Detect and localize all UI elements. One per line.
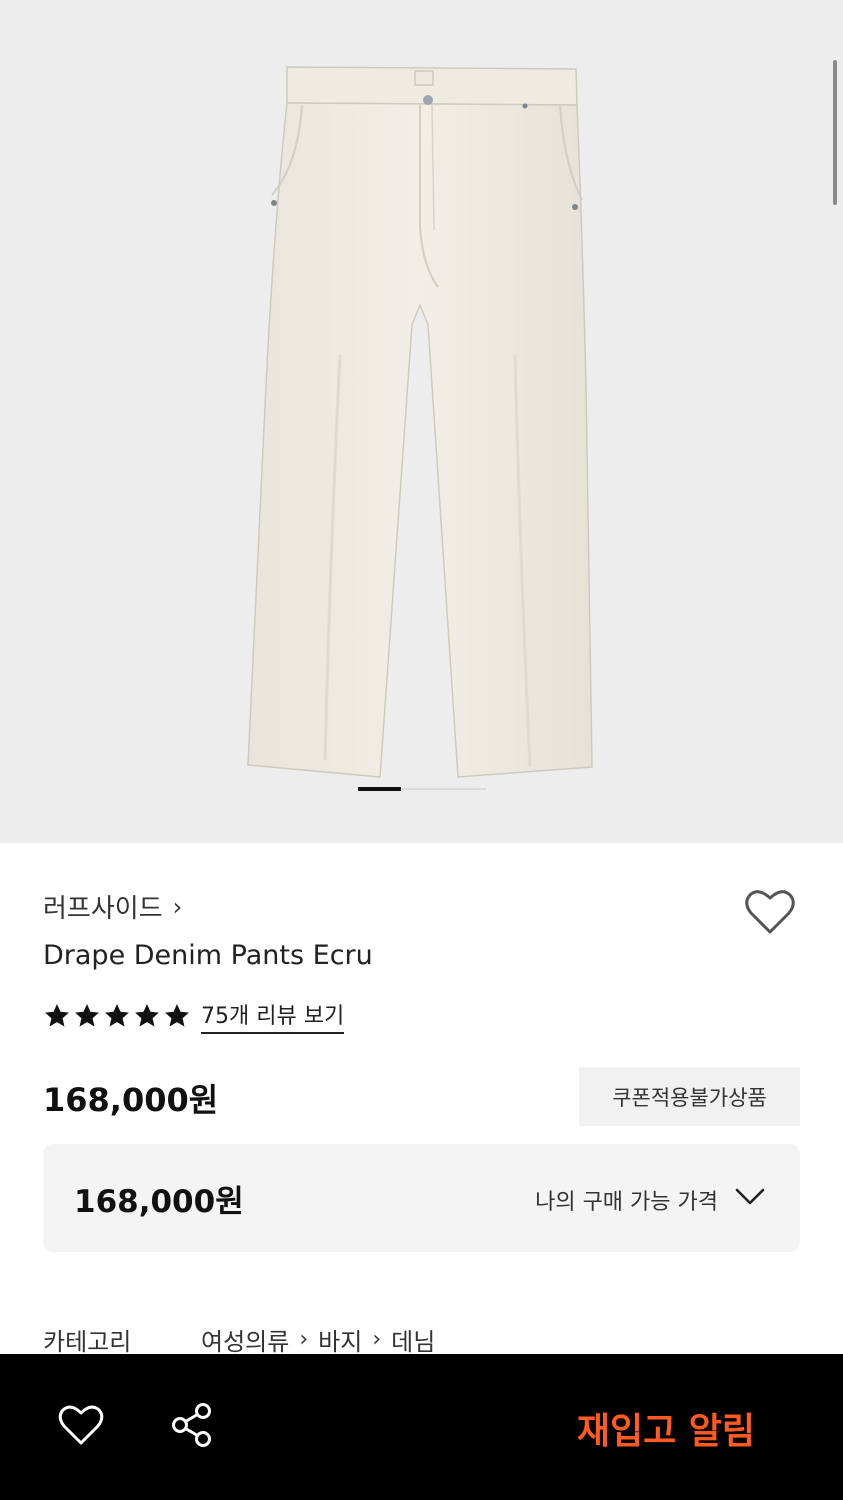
rating-row: 75개 리뷰 보기 bbox=[43, 998, 345, 1034]
product-price: 168,000원 bbox=[43, 1081, 219, 1119]
review-link[interactable]: 75개 리뷰 보기 bbox=[201, 998, 345, 1034]
star-icon bbox=[45, 1004, 69, 1027]
product-photo-pants bbox=[247, 66, 593, 778]
category-crumb-women[interactable]: 여성의류 bbox=[201, 1322, 289, 1357]
coupon-badge: 쿠폰적용불가상품 bbox=[579, 1067, 800, 1126]
bottom-action-bar: 재입고 알림 bbox=[0, 1354, 843, 1500]
category-label: 카테고리 bbox=[43, 1328, 132, 1356]
category-row: 카테고리 여성의류 › 바지 › 데님 bbox=[43, 1322, 435, 1357]
share-icon[interactable] bbox=[170, 1402, 214, 1448]
pager-active-indicator bbox=[358, 787, 401, 791]
heart-icon[interactable] bbox=[58, 1404, 104, 1446]
my-price-value: 168,000원 bbox=[74, 1184, 244, 1220]
my-price-label: 나의 구매 가능 가격 bbox=[535, 1190, 718, 1215]
star-icon bbox=[165, 1004, 189, 1027]
product-title: Drape Denim Pants Ecru bbox=[43, 940, 373, 971]
image-pager bbox=[358, 787, 486, 791]
star-rating bbox=[43, 1002, 191, 1030]
category-crumb-pants[interactable]: 바지 bbox=[318, 1322, 362, 1357]
my-price-dropdown[interactable]: 168,000원 나의 구매 가능 가격 bbox=[43, 1144, 800, 1252]
heart-icon[interactable] bbox=[744, 888, 796, 936]
chevron-right-icon: › bbox=[172, 892, 183, 921]
star-icon bbox=[135, 1004, 159, 1027]
scrollbar[interactable] bbox=[833, 60, 837, 205]
chevron-right-icon: › bbox=[299, 1327, 309, 1352]
chevron-down-icon bbox=[735, 1188, 765, 1205]
chevron-right-icon: › bbox=[372, 1327, 382, 1352]
category-crumb-denim[interactable]: 데님 bbox=[391, 1322, 435, 1357]
star-icon bbox=[75, 1004, 99, 1027]
product-image-area[interactable] bbox=[0, 0, 843, 843]
star-icon bbox=[105, 1004, 129, 1027]
brand-link[interactable]: 러프사이드 › bbox=[43, 888, 182, 925]
brand-name: 러프사이드 bbox=[43, 894, 163, 924]
restock-alert-button[interactable]: 재입고 알림 bbox=[577, 1402, 755, 1454]
